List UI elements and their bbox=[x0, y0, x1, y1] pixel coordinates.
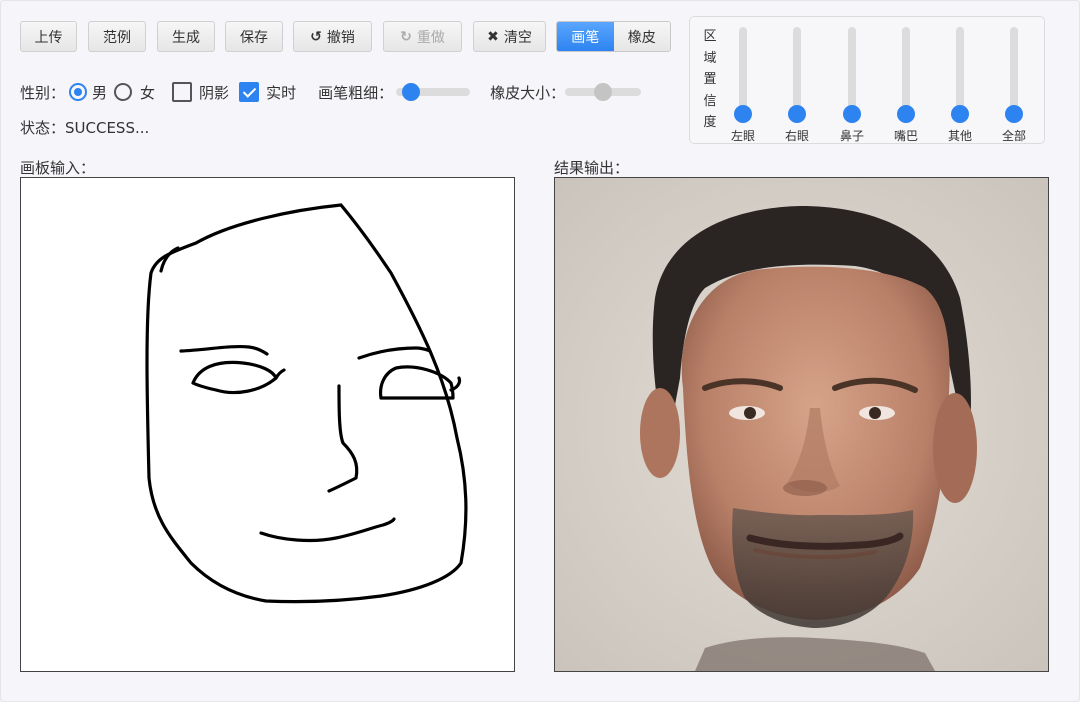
title-char: 域 bbox=[703, 50, 717, 66]
other-label: 其他 bbox=[947, 129, 972, 143]
shadow-checkbox[interactable] bbox=[172, 82, 193, 102]
all-label: 全部 bbox=[1001, 129, 1026, 143]
generate-button[interactable]: 生成 bbox=[157, 21, 215, 52]
gender-male-radio[interactable] bbox=[69, 83, 88, 101]
example-label: 范例 bbox=[103, 29, 131, 46]
options-row: 性别： 男 女 阴影 实时 画笔粗细： 橡皮大小： bbox=[20, 80, 642, 104]
all-slider[interactable]: 全部 bbox=[994, 27, 1034, 143]
upload-label: 上传 bbox=[34, 29, 63, 46]
save-label: 保存 bbox=[240, 29, 268, 46]
left-eye-slider[interactable]: 左眼 bbox=[723, 27, 763, 143]
brush-mode-button[interactable]: 画笔 bbox=[557, 22, 614, 51]
slider-track bbox=[1010, 27, 1018, 109]
mouth-label: 嘴巴 bbox=[893, 129, 918, 143]
other-slider[interactable]: 其他 bbox=[940, 27, 980, 143]
redo-icon: ↻ bbox=[400, 28, 412, 45]
clear-label: 清空 bbox=[503, 29, 532, 46]
face-outline bbox=[145, 203, 468, 604]
brush-size-slider[interactable] bbox=[396, 83, 471, 101]
title-char: 区 bbox=[703, 29, 717, 44]
redo-label: 重做 bbox=[416, 29, 445, 46]
save-button[interactable]: 保存 bbox=[225, 21, 283, 52]
left-eye-stroke bbox=[191, 360, 278, 395]
redo-button[interactable]: ↻ 重做 bbox=[383, 21, 462, 52]
realtime-checkbox[interactable] bbox=[239, 82, 260, 102]
slider-knob[interactable] bbox=[843, 105, 861, 123]
example-button[interactable]: 范例 bbox=[88, 21, 146, 52]
input-canvas-label: 画板输入： bbox=[20, 159, 96, 177]
gender-female-radio[interactable] bbox=[114, 83, 133, 101]
realtime-label: 实时 bbox=[266, 83, 297, 102]
close-icon: ✖ bbox=[487, 28, 499, 45]
sketch-canvas[interactable] bbox=[20, 177, 515, 672]
title-char: 信 bbox=[703, 93, 717, 109]
draw-mode-toggle: 画笔 橡皮 bbox=[556, 21, 671, 52]
status-text: 状态：SUCCESS... bbox=[20, 119, 150, 137]
title-char: 度 bbox=[703, 115, 717, 130]
mouth-slider[interactable]: 嘴巴 bbox=[886, 27, 926, 143]
eraser-mode-button[interactable]: 橡皮 bbox=[613, 22, 670, 51]
slider-track bbox=[793, 27, 801, 109]
gender-label: 性别： bbox=[20, 83, 66, 102]
eraser-size-label: 橡皮大小： bbox=[490, 83, 566, 102]
brush-size-knob[interactable] bbox=[401, 83, 420, 101]
eraser-size-knob[interactable] bbox=[594, 83, 613, 101]
brush-mode-label: 画笔 bbox=[571, 29, 600, 46]
undo-icon: ↺ bbox=[310, 28, 322, 45]
gender-male-label: 男 bbox=[92, 83, 108, 102]
shadow-label: 阴影 bbox=[199, 83, 230, 102]
gender-female-label: 女 bbox=[140, 83, 156, 102]
right-eye-slider[interactable]: 右眼 bbox=[777, 27, 817, 143]
left-brow-stroke bbox=[179, 344, 269, 356]
slider-track bbox=[739, 27, 747, 109]
slider-knob[interactable] bbox=[1005, 105, 1023, 123]
region-confidence-panel: 区 域 置 信 度 左眼 右眼 鼻子 嘴巴 其他 全部 bbox=[689, 16, 1045, 144]
slider-knob[interactable] bbox=[734, 105, 752, 123]
slider-track bbox=[956, 27, 964, 109]
generate-label: 生成 bbox=[172, 29, 200, 46]
left-eye-tail bbox=[274, 368, 286, 380]
undo-label: 撤销 bbox=[326, 29, 355, 46]
eraser-mode-label: 橡皮 bbox=[627, 29, 656, 46]
result-face-image bbox=[555, 178, 1048, 671]
right-eye-label: 右眼 bbox=[784, 129, 809, 143]
mouth-stroke bbox=[259, 517, 396, 543]
region-confidence-title: 区 域 置 信 度 bbox=[702, 26, 718, 134]
slider-knob[interactable] bbox=[788, 105, 806, 123]
undo-button[interactable]: ↺ 撤销 bbox=[293, 21, 372, 52]
eraser-size-slider[interactable] bbox=[565, 83, 642, 101]
slider-knob[interactable] bbox=[951, 105, 969, 123]
result-canvas bbox=[554, 177, 1049, 672]
slider-track bbox=[902, 27, 910, 109]
slider-track bbox=[848, 27, 856, 109]
nose-stroke bbox=[327, 384, 359, 493]
nose-slider[interactable]: 鼻子 bbox=[832, 27, 872, 143]
sketch-drawing bbox=[145, 203, 468, 604]
upload-button[interactable]: 上传 bbox=[20, 21, 77, 52]
right-brow-stroke bbox=[357, 346, 432, 360]
brush-size-label: 画笔粗细： bbox=[318, 83, 394, 102]
left-eye-label: 左眼 bbox=[730, 129, 755, 143]
slider-knob[interactable] bbox=[897, 105, 915, 123]
nose-label: 鼻子 bbox=[839, 129, 864, 143]
output-canvas-label: 结果输出： bbox=[554, 159, 630, 177]
clear-button[interactable]: ✖ 清空 bbox=[473, 21, 546, 52]
title-char: 置 bbox=[703, 72, 717, 87]
